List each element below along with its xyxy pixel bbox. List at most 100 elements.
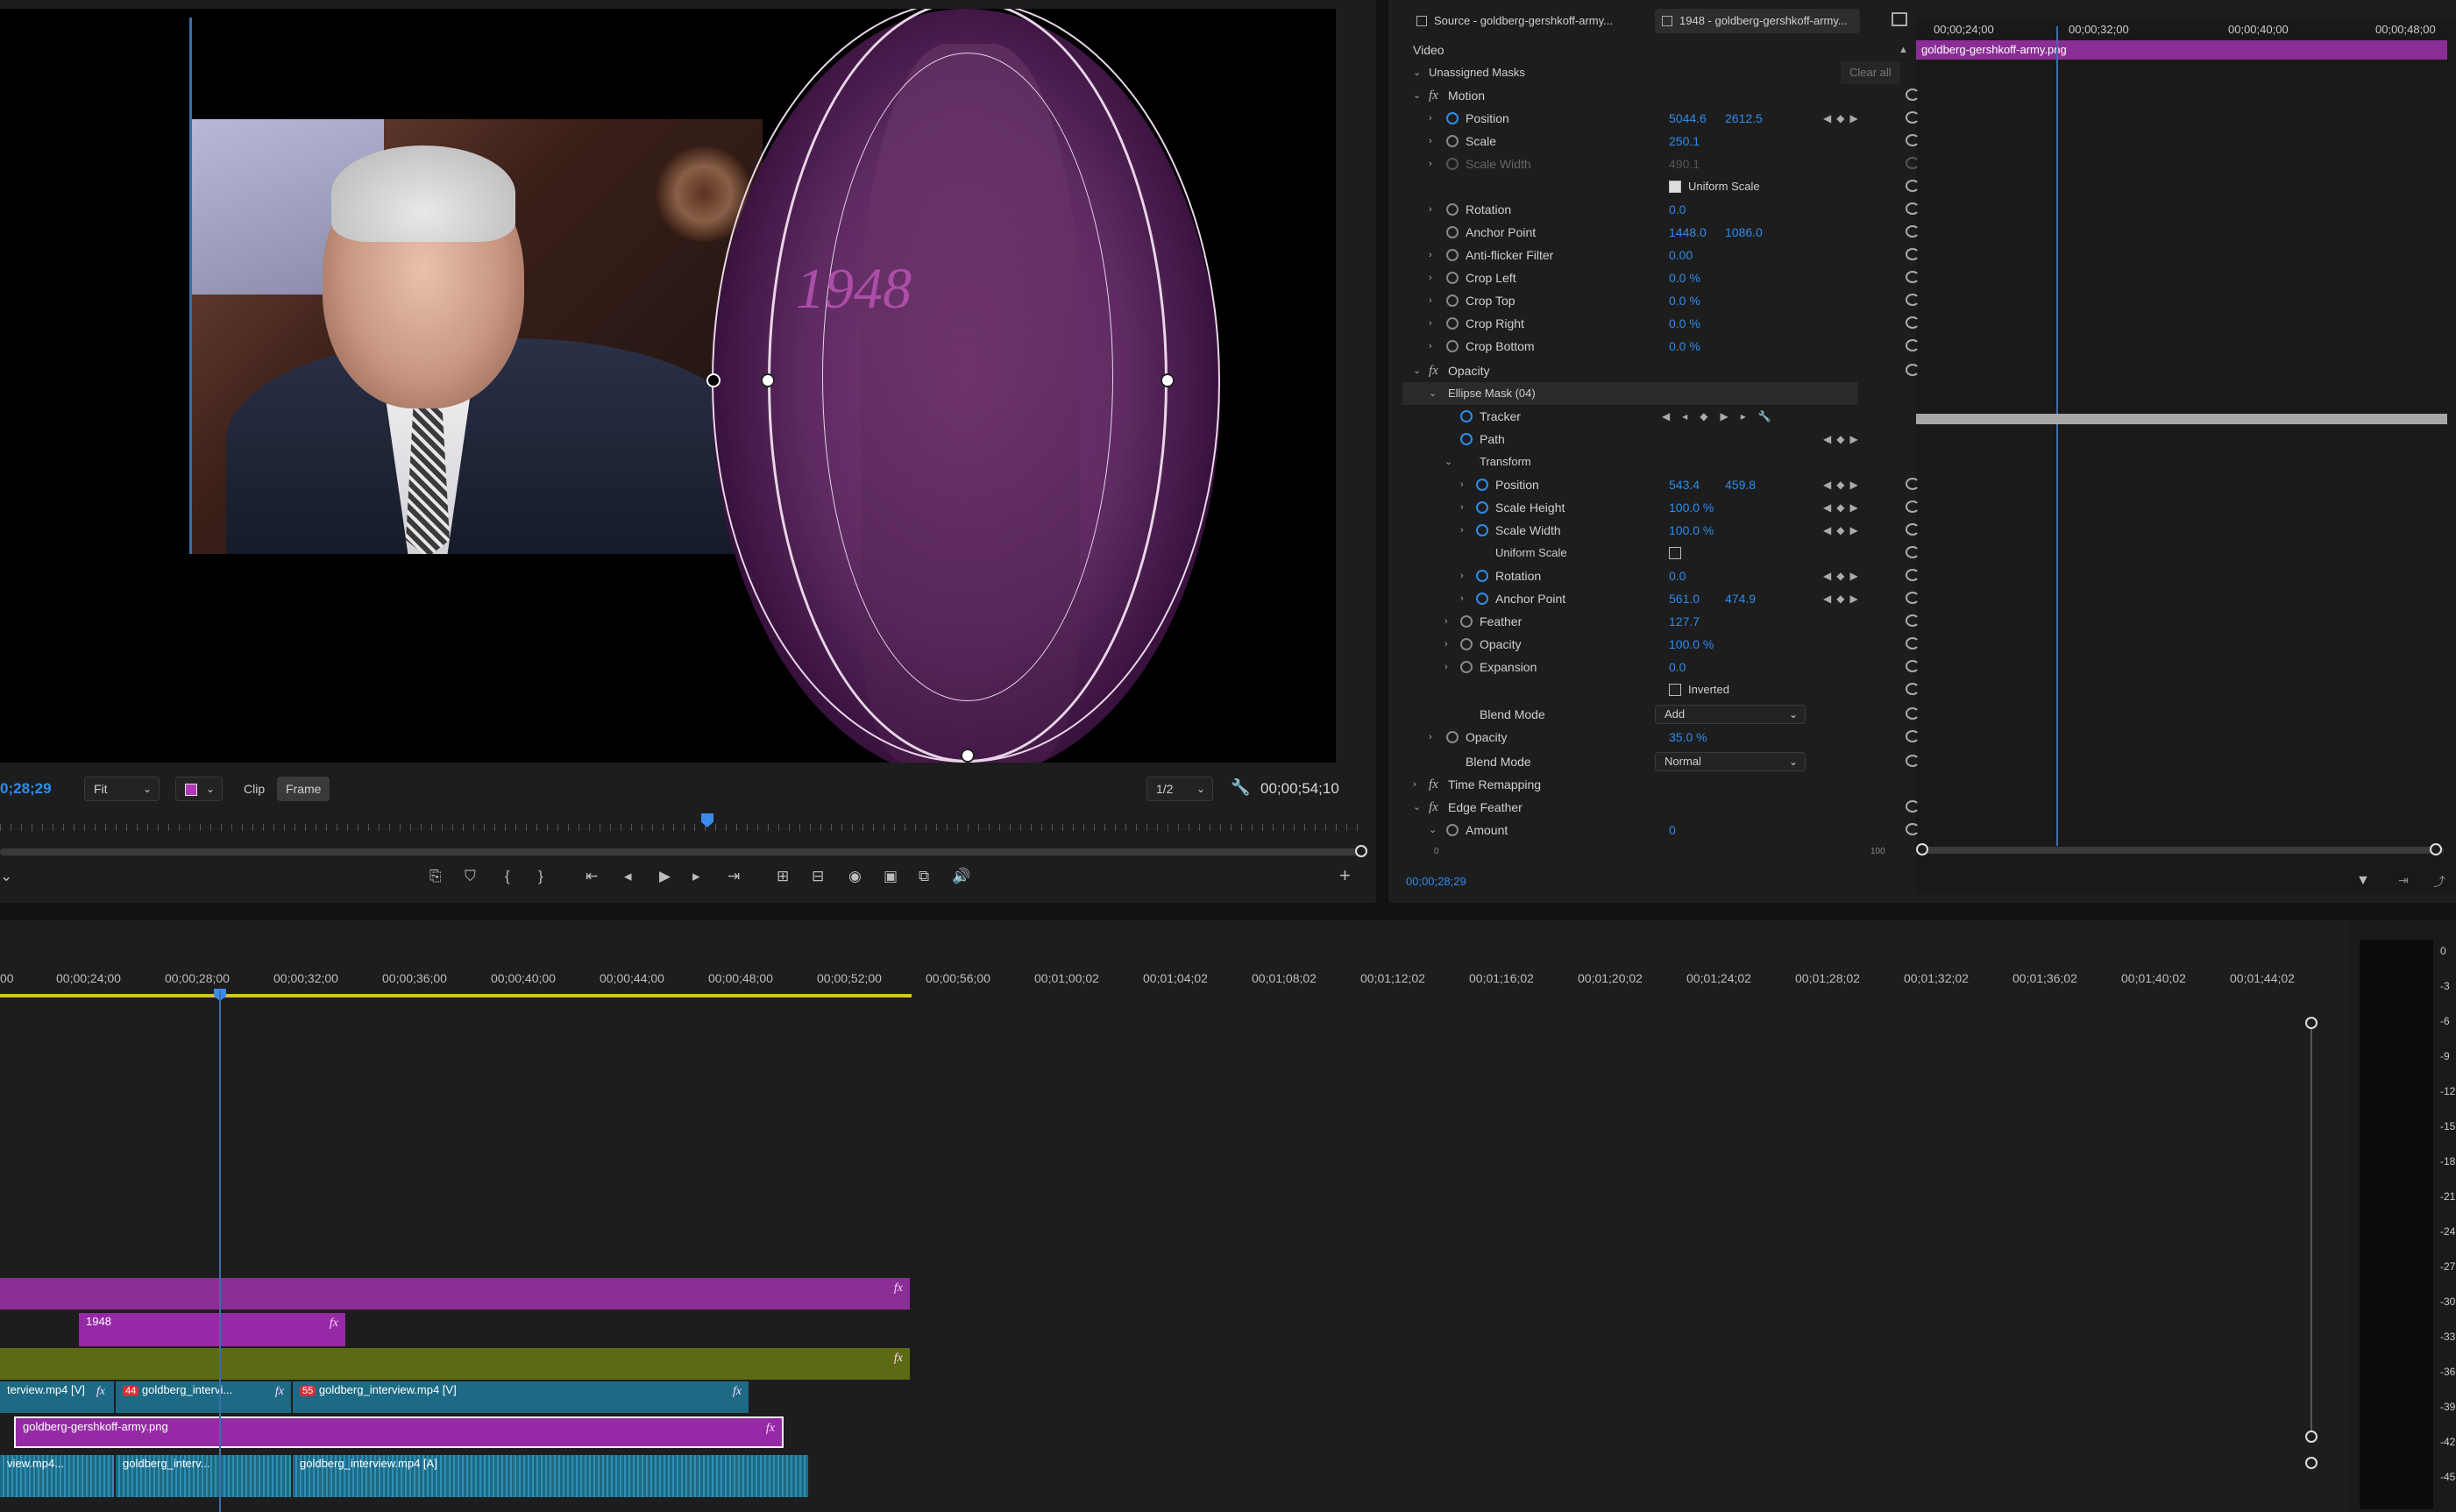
chevron-right-icon[interactable]: ›: [1444, 610, 1448, 633]
work-area-bar[interactable]: [0, 994, 912, 997]
reset-icon[interactable]: [1906, 546, 1920, 558]
program-time-ruler[interactable]: [0, 817, 1367, 838]
chevron-right-icon[interactable]: ›: [1444, 656, 1448, 678]
chevron-right-icon[interactable]: ›: [1429, 130, 1432, 153]
chevron-down-icon[interactable]: ⌄: [1413, 84, 1421, 107]
go-to-in-icon[interactable]: ⇤: [586, 868, 598, 885]
chevron-right-icon[interactable]: ›: [1460, 496, 1464, 519]
reset-icon[interactable]: [1906, 592, 1920, 604]
stopwatch-icon[interactable]: [1476, 593, 1488, 605]
reset-icon[interactable]: [1906, 755, 1920, 767]
inverted-checkbox[interactable]: [1669, 684, 1681, 696]
frame-mode-button[interactable]: Frame: [277, 777, 330, 801]
ec-clip-bar[interactable]: goldberg-gershkoff-army.png: [1916, 40, 2447, 60]
proxy-toggle-icon[interactable]: ⧉: [919, 868, 929, 885]
chevron-down-icon[interactable]: ⌄: [1429, 819, 1437, 841]
feather-value[interactable]: 127.7: [1669, 610, 1700, 633]
chevron-down-icon[interactable]: ⌄: [1413, 359, 1421, 382]
step-forward-icon[interactable]: ▸: [692, 868, 700, 885]
mark-out-icon[interactable]: }: [538, 868, 543, 885]
clip-v2-adjustment[interactable]: fx: [0, 1348, 910, 1380]
reset-icon[interactable]: [1906, 89, 1920, 101]
reset-icon[interactable]: [1906, 800, 1920, 813]
stopwatch-icon[interactable]: [1460, 615, 1473, 628]
resolution-dropdown[interactable]: 1/2 ⌄: [1146, 777, 1213, 801]
clip-1948-title[interactable]: 1948 fx: [79, 1313, 345, 1346]
reset-icon[interactable]: [1906, 316, 1920, 329]
reset-icon[interactable]: [1906, 248, 1920, 260]
amount-value[interactable]: 0: [1669, 819, 1676, 841]
ec-playhead[interactable]: [2056, 26, 2058, 846]
chevron-down-icon[interactable]: ⌄: [1444, 451, 1452, 473]
antiflicker-value[interactable]: 0.00: [1669, 244, 1693, 266]
reset-icon[interactable]: [1906, 478, 1920, 490]
reset-icon[interactable]: [1906, 569, 1920, 581]
tracker-controls-icons[interactable]: ◀◂◆▶▸🔧: [1662, 405, 1784, 428]
wrench-icon[interactable]: 🔧: [1231, 778, 1250, 797]
stopwatch-icon[interactable]: [1476, 479, 1488, 491]
keyframe-nav-icon[interactable]: ◀◆▶: [1823, 428, 1863, 451]
reset-icon[interactable]: [1906, 111, 1920, 124]
timeline-playhead-line[interactable]: [219, 990, 221, 1512]
filter-icon[interactable]: ▼: [2356, 873, 2370, 889]
mask-blend-mode-dropdown[interactable]: Add ⌄: [1655, 705, 1806, 724]
chevron-right-icon[interactable]: ›: [1460, 587, 1464, 610]
fx-icon[interactable]: fx: [1429, 84, 1438, 107]
crop-bottom-value[interactable]: 0.0 %: [1669, 335, 1700, 358]
clip-interview-v-a[interactable]: terview.mp4 [V] fx: [0, 1381, 114, 1413]
reset-icon[interactable]: [1906, 225, 1920, 238]
mask-anchor-x-value[interactable]: 561.0: [1669, 587, 1700, 610]
mask-position-y-value[interactable]: 459.8: [1725, 473, 1756, 496]
mask-uniform-scale-checkbox[interactable]: [1669, 547, 1681, 559]
stopwatch-icon[interactable]: [1446, 249, 1459, 261]
keyframe-nav-icon[interactable]: ◀◆▶: [1823, 496, 1863, 519]
program-scroll-bar[interactable]: [0, 848, 1359, 855]
scroll-handle-right[interactable]: [1355, 845, 1367, 857]
timeline-vertical-scroll[interactable]: [2310, 1020, 2312, 1437]
reset-icon[interactable]: [1906, 294, 1920, 306]
position-y-value[interactable]: 2612.5: [1725, 107, 1763, 130]
stopwatch-icon[interactable]: [1446, 272, 1459, 284]
stopwatch-icon[interactable]: [1460, 638, 1473, 650]
keyframe-nav-icon[interactable]: ◀◆▶: [1823, 587, 1863, 610]
chevron-right-icon[interactable]: ›: [1413, 773, 1416, 796]
reset-icon[interactable]: [1906, 523, 1920, 536]
settings-color-dropdown[interactable]: ⌄: [175, 777, 223, 801]
reset-icon[interactable]: [1906, 271, 1920, 283]
stopwatch-icon[interactable]: [1446, 135, 1459, 147]
reset-icon[interactable]: [1906, 339, 1920, 351]
chevron-right-icon[interactable]: ›: [1429, 107, 1432, 130]
zoom-fit-dropdown[interactable]: Fit ⌄: [84, 777, 160, 801]
mask-handle-right[interactable]: [1161, 373, 1175, 387]
anchor-x-value[interactable]: 1448.0: [1669, 221, 1707, 244]
ec-scroll-bar[interactable]: [1918, 847, 2444, 854]
clip-army-png[interactable]: goldberg-gershkoff-army.png fx: [14, 1416, 784, 1448]
reset-icon[interactable]: [1906, 180, 1920, 192]
opacity-value[interactable]: 35.0 %: [1669, 726, 1707, 749]
stopwatch-icon[interactable]: [1446, 203, 1459, 216]
reset-icon[interactable]: [1906, 823, 1920, 835]
stopwatch-icon[interactable]: [1446, 731, 1459, 743]
mask-scale-height-value[interactable]: 100.0 %: [1669, 496, 1714, 519]
keyframe-nav-icon[interactable]: ◀◆▶: [1823, 564, 1863, 587]
chevron-right-icon[interactable]: ›: [1429, 335, 1432, 358]
crop-top-value[interactable]: 0.0 %: [1669, 289, 1700, 312]
stopwatch-icon[interactable]: [1476, 570, 1488, 582]
mask-handle-bottom[interactable]: [961, 749, 975, 763]
clip-interview-a-b[interactable]: goldberg_interv...: [116, 1455, 291, 1497]
stopwatch-icon[interactable]: [1446, 226, 1459, 238]
rotation-value[interactable]: 0.0: [1669, 198, 1686, 221]
uniform-scale-checkbox[interactable]: [1669, 181, 1681, 193]
clip-v4-adjustment[interactable]: fx: [0, 1278, 910, 1310]
chevron-right-icon[interactable]: ›: [1429, 289, 1432, 312]
drop-frame-icon[interactable]: ⎘: [429, 868, 442, 885]
chevron-right-icon[interactable]: ›: [1460, 519, 1464, 542]
clip-interview-a-a[interactable]: view.mp4...: [0, 1455, 114, 1497]
reset-icon[interactable]: [1906, 364, 1920, 376]
mask-handle-left[interactable]: [761, 373, 775, 387]
add-button-icon[interactable]: +: [1339, 864, 1351, 887]
export-frame-camera-icon[interactable]: ◉: [848, 868, 862, 885]
stopwatch-icon[interactable]: [1476, 524, 1488, 536]
mark-in-icon[interactable]: {: [505, 868, 510, 885]
crop-right-value[interactable]: 0.0 %: [1669, 312, 1700, 335]
